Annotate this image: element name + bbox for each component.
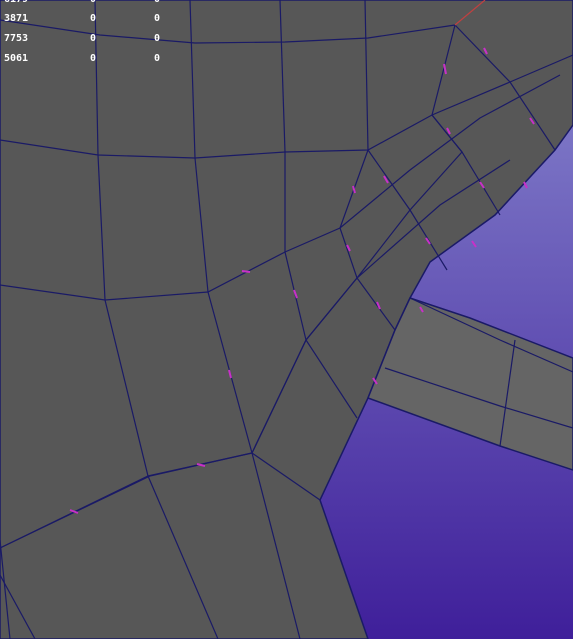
stats-value-a: 0 [90,53,97,64]
stats-overlay: 6179 0 0 3871 0 0 7753 0 0 5061 0 0 [0,0,200,70]
stats-value-a: 0 [90,13,97,24]
stats-value-b: 0 [154,0,160,6]
stats-value-a: 0 [90,33,97,44]
stats-id: 3871 [4,13,29,24]
stats-id: 7753 [4,33,29,44]
stats-id: 6179 [4,0,28,6]
stats-id: 5061 [4,53,29,64]
stats-value-b: 0 [154,53,161,64]
stats-value-b: 0 [154,33,161,44]
3d-viewport[interactable] [0,0,573,639]
viewport-canvas[interactable] [0,0,573,639]
stats-value-a: 0 [90,0,96,6]
stats-value-b: 0 [154,13,161,24]
